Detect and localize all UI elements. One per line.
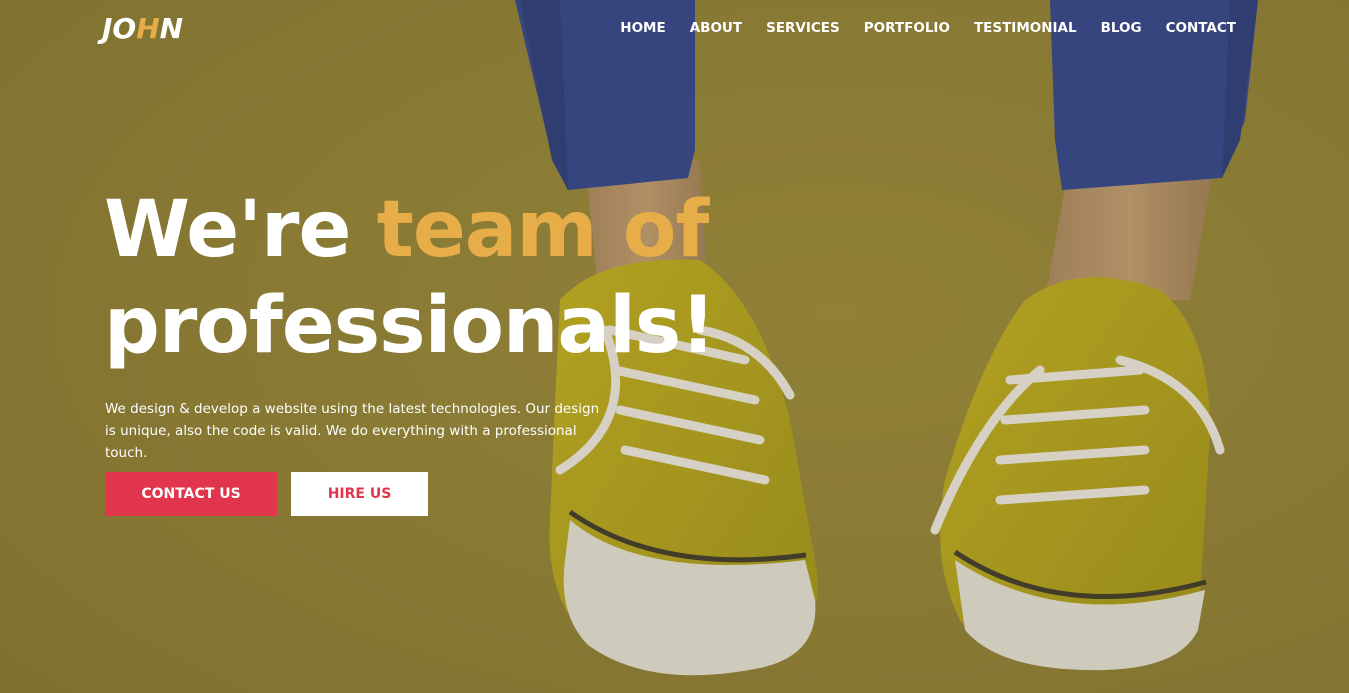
hire-us-button[interactable]: HIRE US xyxy=(291,472,428,516)
main-navigation: HOME ABOUT SERVICES PORTFOLIO TESTIMONIA… xyxy=(620,18,1236,38)
nav-portfolio[interactable]: PORTFOLIO xyxy=(864,18,950,38)
contact-us-button[interactable]: CONTACT US xyxy=(105,472,277,516)
nav-blog[interactable]: BLOG xyxy=(1101,18,1142,38)
nav-contact[interactable]: CONTACT xyxy=(1166,18,1236,38)
headline-prefix: We're xyxy=(104,185,377,275)
headline-accent: team of xyxy=(376,185,710,275)
nav-home[interactable]: HOME xyxy=(620,18,665,38)
hero-description: We design & develop a website using the … xyxy=(105,401,600,461)
nav-testimonial[interactable]: TESTIMONIAL xyxy=(974,18,1077,38)
hero-headline: We're team of professionals! xyxy=(104,182,716,374)
nav-about[interactable]: ABOUT xyxy=(690,18,742,38)
site-logo[interactable]: JOHN xyxy=(102,12,183,46)
logo-text-accent: H xyxy=(136,12,160,45)
logo-text-start: JO xyxy=(102,12,137,45)
nav-services[interactable]: SERVICES xyxy=(766,18,840,38)
logo-text-end: N xyxy=(159,12,184,45)
headline-line-two: professionals! xyxy=(104,281,716,371)
hero-section: JOHN HOME ABOUT SERVICES PORTFOLIO TESTI… xyxy=(0,0,1349,693)
